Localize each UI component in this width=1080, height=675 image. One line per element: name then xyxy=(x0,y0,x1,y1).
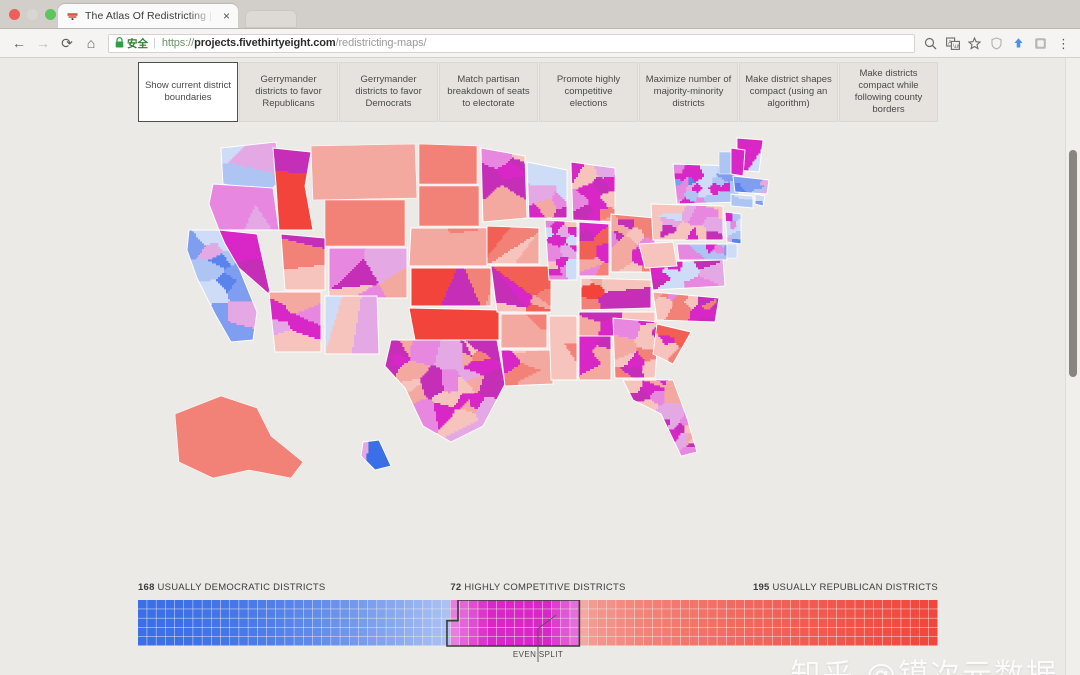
tab-title: The Atlas Of Redistricting | Fiv xyxy=(85,10,215,22)
bookmark-star-icon[interactable] xyxy=(967,36,982,51)
shield-icon[interactable] xyxy=(989,36,1004,51)
option-label: Gerrymander districts to favor Democrats xyxy=(345,74,432,110)
option-promote-competitive[interactable]: Promote highly competitive elections xyxy=(539,62,638,122)
url-text: https://projects.fivethirtyeight.com/red… xyxy=(162,37,427,49)
option-show-current-boundaries[interactable]: Show current district boundaries xyxy=(138,62,238,122)
option-label: Gerrymander districts to favor Republica… xyxy=(245,74,332,110)
toolbar-icons: A\u6587 ⋮ xyxy=(923,36,1072,51)
map-district-cell xyxy=(255,195,258,198)
download-icon[interactable] xyxy=(1011,36,1026,51)
browser-tab[interactable]: The Atlas Of Redistricting | Fiv × xyxy=(58,4,238,28)
browser-toolbar: ← → ⟳ ⌂ 安全 | https://projects.fivethirty… xyxy=(0,29,1080,58)
option-label: Promote highly competitive elections xyxy=(545,74,632,110)
map-district-cell xyxy=(251,207,254,210)
window-controls xyxy=(9,9,56,20)
option-label: Make districts compact while following c… xyxy=(845,68,932,116)
option-label: Show current district boundaries xyxy=(144,80,232,104)
option-compact-county-borders[interactable]: Make districts compact while following c… xyxy=(839,62,938,122)
option-compact-algorithm[interactable]: Make district shapes compact (using an a… xyxy=(739,62,838,122)
us-district-map[interactable] xyxy=(0,126,1065,616)
map-district-cell xyxy=(219,251,222,254)
omnibox-separator: | xyxy=(153,37,156,49)
url-path: /redistricting-maps/ xyxy=(336,37,427,49)
url-host: projects.fivethirtyeight.com xyxy=(194,37,336,49)
forward-button[interactable]: → xyxy=(32,32,54,54)
us-map-svg[interactable] xyxy=(152,126,913,556)
close-window-button[interactable] xyxy=(9,9,20,20)
map-district-cell xyxy=(257,189,260,192)
tab-strip: The Atlas Of Redistricting | Fiv × xyxy=(58,4,297,28)
reload-button[interactable]: ⟳ xyxy=(56,32,78,54)
map-district-cell xyxy=(247,215,250,218)
fivethirtyeight-icon xyxy=(66,10,79,23)
url-scheme: https:// xyxy=(162,37,194,49)
close-icon[interactable]: × xyxy=(221,10,232,22)
option-match-partisan-breakdown[interactable]: Match partisan breakdown of seats to ele… xyxy=(439,62,538,122)
map-option-buttons: Show current district boundaries Gerryma… xyxy=(138,62,939,122)
lock-icon xyxy=(115,36,124,50)
minimize-window-button[interactable] xyxy=(27,9,38,20)
option-gerrymander-democrats[interactable]: Gerrymander districts to favor Democrats xyxy=(339,62,438,122)
map-district-cell xyxy=(217,237,220,240)
browser-window: The Atlas Of Redistricting | Fiv × ← → ⟳… xyxy=(0,0,1080,675)
map-district-cell xyxy=(227,265,230,268)
secure-label: 安全 xyxy=(127,36,148,51)
option-gerrymander-republicans[interactable]: Gerrymander districts to favor Republica… xyxy=(239,62,338,122)
page-content: Show current district boundaries Gerryma… xyxy=(0,58,1080,675)
address-bar[interactable]: 安全 | https://projects.fivethirtyeight.co… xyxy=(108,33,915,53)
new-tab-placeholder[interactable] xyxy=(245,10,297,28)
browser-menu-button[interactable]: ⋮ xyxy=(1055,37,1070,50)
extension-icon[interactable] xyxy=(1033,36,1048,51)
map-districts-or xyxy=(208,184,279,230)
back-button[interactable]: ← xyxy=(8,32,30,54)
map-district-cell xyxy=(249,211,252,214)
zoom-window-button[interactable] xyxy=(45,9,56,20)
search-icon[interactable] xyxy=(923,36,938,51)
option-label: Match partisan breakdown of seats to ele… xyxy=(445,74,532,110)
option-majority-minority[interactable]: Maximize number of majority-minority dis… xyxy=(639,62,738,122)
window-titlebar: The Atlas Of Redistricting | Fiv × xyxy=(0,0,1080,29)
translate-icon[interactable]: A\u6587 xyxy=(945,36,960,51)
option-label: Make district shapes compact (using an a… xyxy=(745,74,832,110)
map-district-cell xyxy=(253,203,256,206)
option-label: Maximize number of majority-minority dis… xyxy=(645,74,732,110)
map-district-cell xyxy=(243,225,246,228)
map-district-cell xyxy=(245,221,248,224)
home-button[interactable]: ⌂ xyxy=(80,32,102,54)
